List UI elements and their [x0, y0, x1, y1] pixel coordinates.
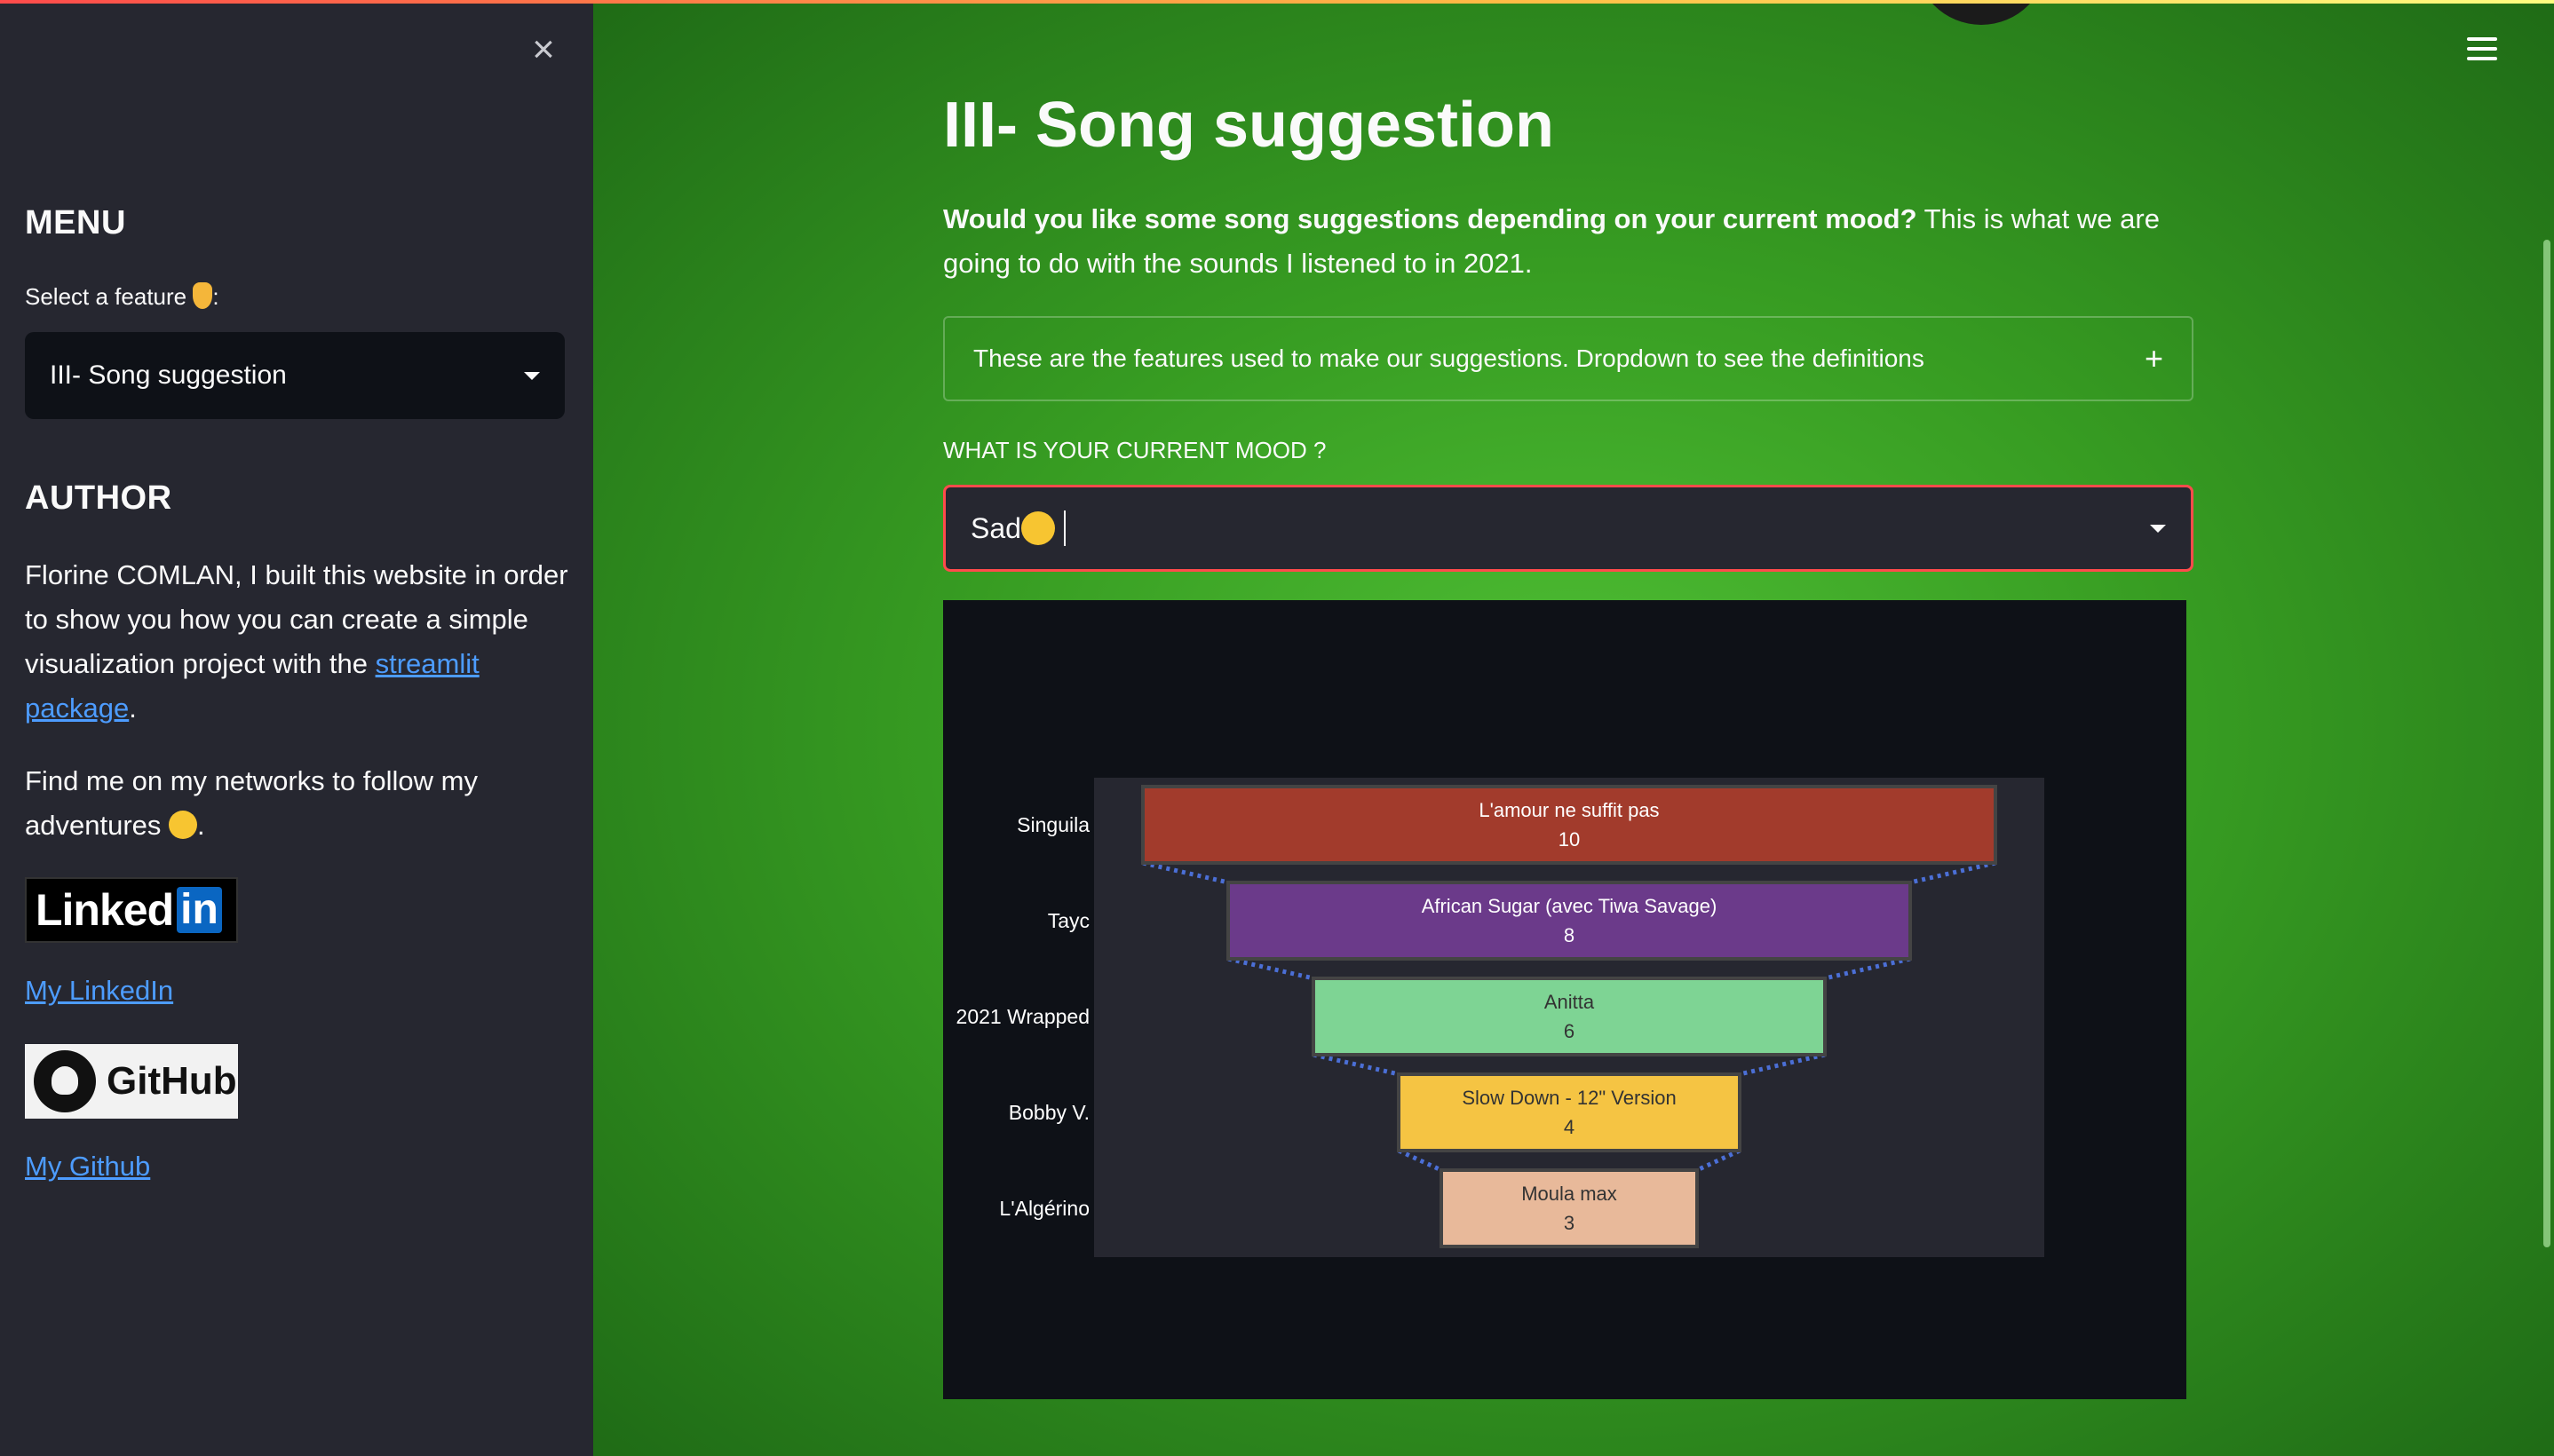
top-decoration-bar: [0, 0, 2554, 4]
funnel-bar-label: Slow Down - 12" Version: [1462, 1087, 1676, 1109]
text-cursor: [1063, 510, 1066, 546]
networks-text: Find me on my networks to follow my adve…: [25, 765, 478, 841]
mood-select-value: Sad: [971, 511, 1021, 544]
chevron-down-icon: [524, 371, 540, 380]
chevron-down-icon: [2150, 524, 2166, 533]
funnel-bar: [1440, 1168, 1699, 1248]
scrollbar[interactable]: [2543, 240, 2550, 1247]
author-description: Florine COMLAN, I built this website in …: [25, 559, 568, 724]
funnel-bar: [1141, 785, 1997, 865]
feature-select[interactable]: III- Song suggestion: [25, 332, 565, 419]
funnel-bar: [1226, 881, 1912, 961]
linkedin-link[interactable]: My LinkedIn: [25, 975, 173, 1007]
funnel-bar-label: L'amour ne suffit pas: [1479, 799, 1659, 821]
intro-text: Would you like some song suggestions dep…: [943, 203, 2160, 279]
funnel-bar-label: African Sugar (avec Tiwa Savage): [1422, 895, 1717, 917]
funnel-bar-value: 4: [1564, 1116, 1574, 1138]
funnel-bar-label: Anitta: [1544, 991, 1595, 1013]
funnel-bar-value: 3: [1564, 1212, 1574, 1234]
funnel-category-label: 2021 Wrapped: [956, 1005, 1090, 1028]
funnel-bar-value: 8: [1564, 924, 1574, 946]
funnel-bar-value: 10: [1559, 828, 1580, 851]
feature-select-label: Select a feature :: [25, 282, 219, 310]
funnel-category-label: Tayc: [1048, 909, 1090, 932]
wink-emoji-icon: [169, 811, 197, 839]
header-decoration: [1915, 0, 2048, 25]
github-logo: GitHub: [25, 1044, 238, 1119]
features-expander[interactable]: These are the features used to make our …: [943, 316, 2193, 401]
main-content: III- Song suggestion Would you like some…: [593, 0, 2554, 1456]
sad-face-icon: [1020, 511, 1055, 545]
github-icon: [34, 1050, 96, 1112]
pointing-down-icon: [193, 282, 213, 309]
funnel-category-label: Bobby V.: [1009, 1101, 1090, 1124]
funnel-bar: [1397, 1072, 1741, 1152]
mood-select-label: WHAT IS YOUR CURRENT MOOD ?: [943, 437, 1327, 463]
plus-icon: +: [2144, 340, 2163, 376]
feature-select-value: III- Song suggestion: [50, 360, 287, 390]
linkedin-logo: Linked in: [25, 877, 238, 943]
github-link[interactable]: My Github: [25, 1151, 150, 1183]
close-icon[interactable]: ×: [526, 30, 561, 69]
hamburger-menu-icon[interactable]: [2467, 37, 2497, 67]
funnel-category-label: L'Algérino: [999, 1197, 1090, 1220]
sidebar: × MENU Select a feature : III- Song sugg…: [0, 0, 593, 1456]
funnel-chart-svg: L'amour ne suffit pas 10 Singuila African S…: [956, 778, 2044, 1257]
funnel-bar-label: Moula max: [1521, 1183, 1617, 1205]
funnel-chart: L'amour ne suffit pas 10 Singuila African S…: [943, 600, 2186, 1399]
expander-label: These are the features used to make our …: [973, 344, 1924, 372]
mood-select[interactable]: Sad: [943, 485, 2193, 572]
author-heading: AUTHOR: [25, 479, 172, 517]
funnel-bar-value: 6: [1564, 1020, 1574, 1042]
page-title: III- Song suggestion: [943, 90, 1554, 161]
funnel-category-label: Singuila: [1017, 813, 1090, 836]
menu-heading: MENU: [25, 204, 126, 241]
funnel-bar: [1312, 977, 1827, 1056]
